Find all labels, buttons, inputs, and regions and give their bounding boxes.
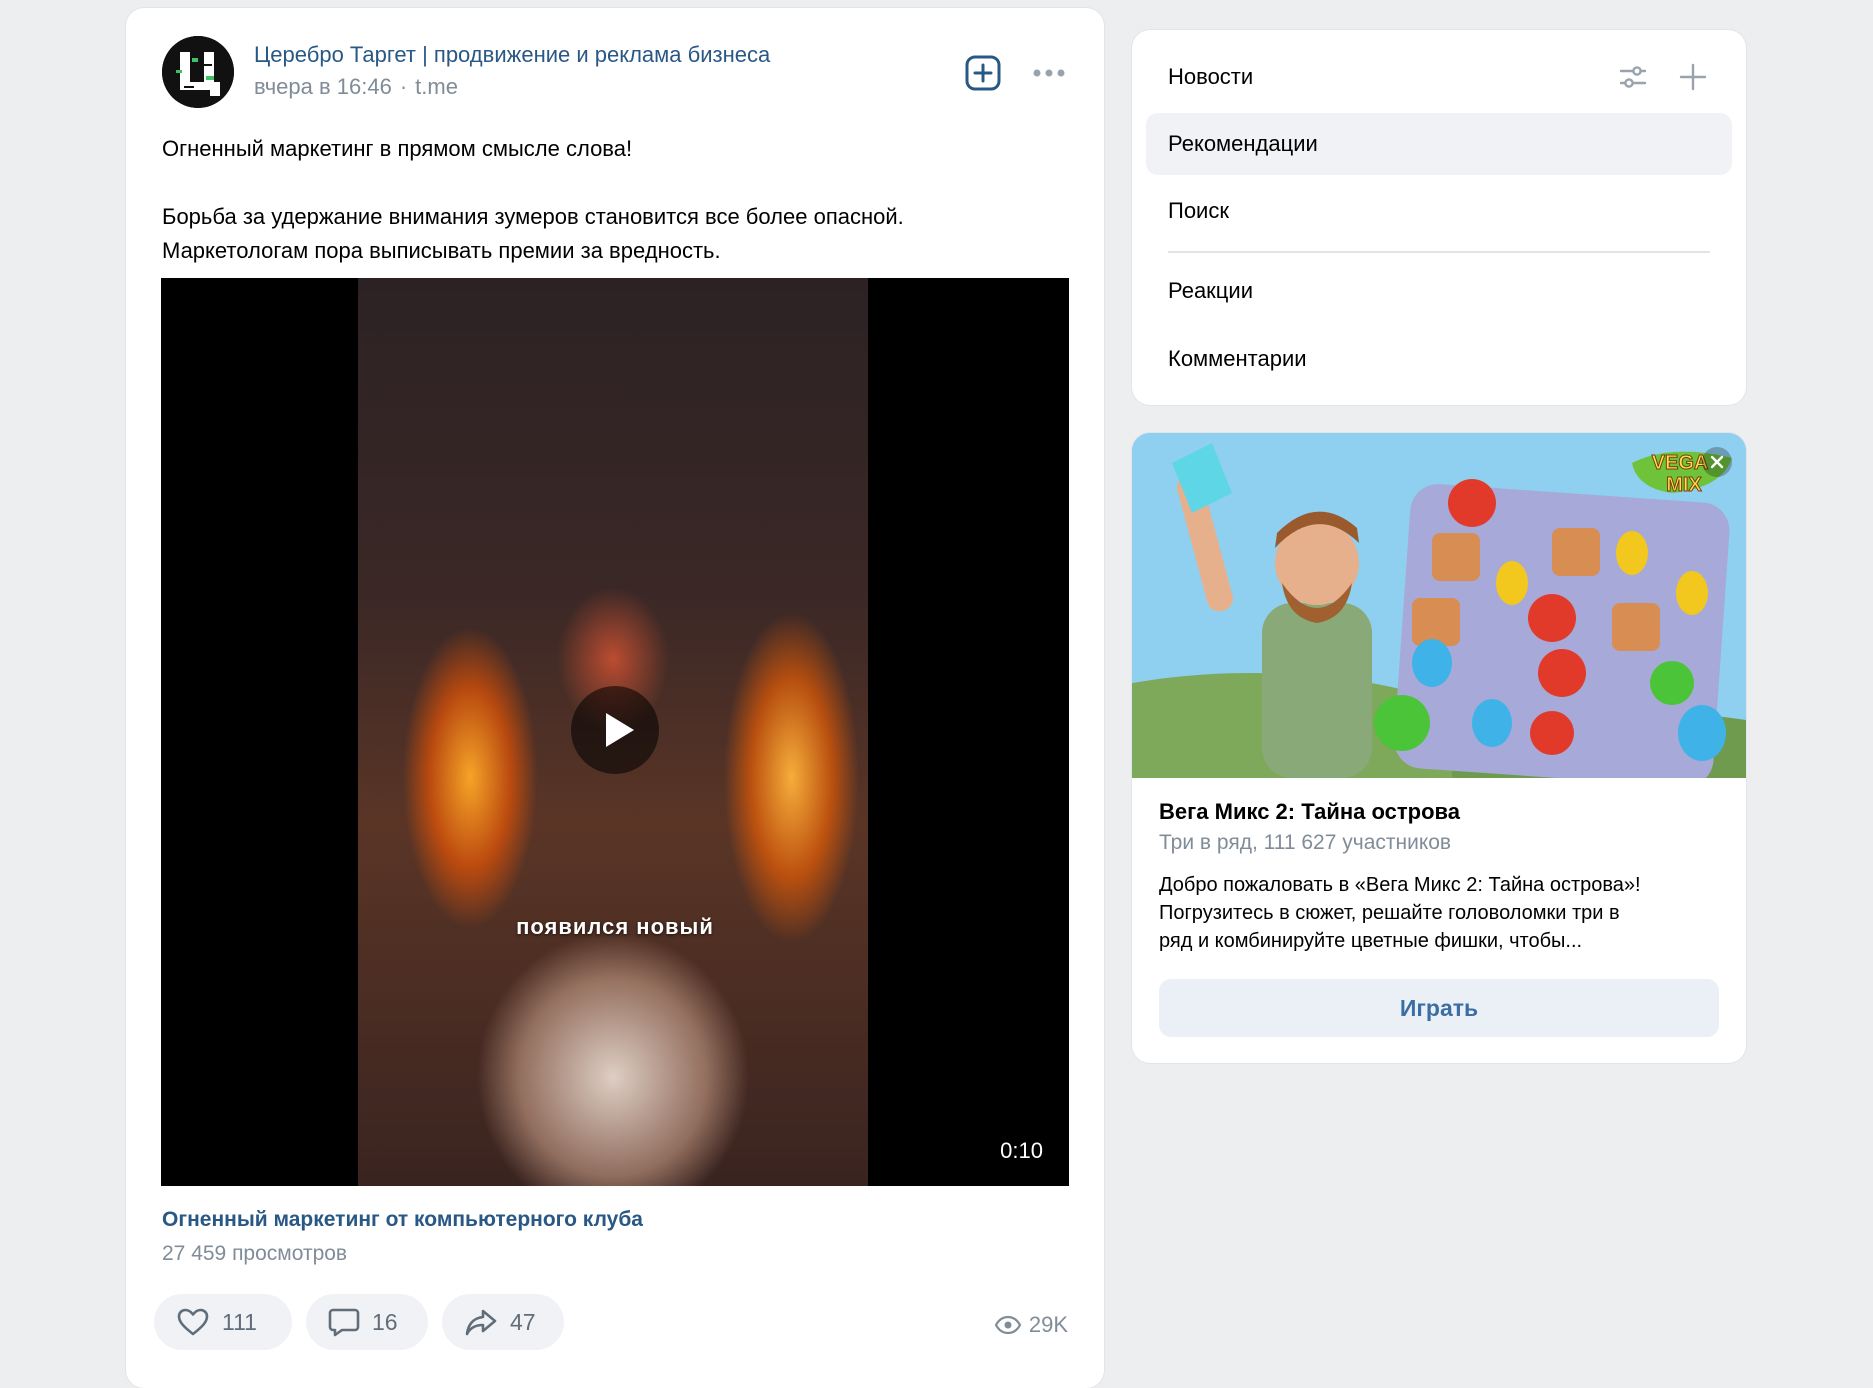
play-icon — [606, 713, 634, 747]
post-text-line: Маркетологам пора выписывать премии за в… — [162, 238, 721, 263]
add-feed-button[interactable] — [1676, 60, 1710, 94]
post-text: Огненный маркетинг в прямом смысле слова… — [162, 132, 1062, 268]
ad-description-line: Добро пожаловать в «Вега Микс 2: Тайна о… — [1159, 874, 1641, 896]
post-text-line: Борьба за удержание внимания зумеров ста… — [162, 204, 904, 229]
ad-subtitle: Три в ряд, 111 627 участников — [1159, 831, 1452, 854]
menu-item-label: Поиск — [1168, 198, 1229, 223]
menu-item-label: Новости — [1168, 64, 1254, 89]
ad-description-line: Погрузитесь в сюжет, решайте головоломки… — [1159, 902, 1620, 924]
views-count: 29K — [1028, 1312, 1068, 1337]
menu-item-label: Рекомендации — [1168, 131, 1318, 156]
share-button[interactable]: 47 — [442, 1294, 564, 1350]
cerebro-logo-icon — [162, 36, 234, 108]
meta-separator: · — [399, 74, 408, 99]
post-text-line: Огненный маркетинг в прямом смысле слова… — [162, 136, 633, 161]
plus-square-icon — [965, 55, 1001, 91]
heart-icon — [177, 1308, 209, 1336]
menu-item-search[interactable]: Поиск — [1146, 180, 1732, 242]
comment-icon — [328, 1308, 360, 1337]
ad-description: Добро пожаловать в «Вега Микс 2: Тайна о… — [1159, 871, 1719, 955]
video-subtitle: появился новый — [516, 914, 714, 939]
post-time[interactable]: вчера в 16:46 — [254, 74, 392, 99]
post-source-link[interactable]: t.me — [415, 74, 458, 99]
filter-settings-button[interactable] — [1616, 60, 1650, 94]
ad-description-line: ряд и комбинируйте цветные фишки, чтобы.… — [1159, 930, 1583, 952]
video-duration: 0:10 — [1000, 1138, 1043, 1163]
menu-item-reactions[interactable]: Реакции — [1146, 260, 1732, 322]
ad-banner-image[interactable]: VEGA MIX — [1132, 433, 1746, 778]
post-meta: вчера в 16:46 · t.me — [254, 74, 458, 100]
play-button[interactable] — [571, 686, 659, 774]
share-count: 47 — [510, 1308, 536, 1335]
post-author-link[interactable]: Церебро Таргет | продвижение и реклама б… — [254, 42, 770, 68]
comment-count: 16 — [372, 1308, 398, 1335]
post-card: Церебро Таргет | продвижение и реклама б… — [126, 8, 1104, 1388]
close-icon — [1710, 455, 1724, 469]
comment-button[interactable]: 16 — [306, 1294, 428, 1350]
eye-icon — [994, 1316, 1021, 1334]
ad-close-button[interactable] — [1702, 447, 1732, 477]
video-title-link[interactable]: Огненный маркетинг от компьютерного клуб… — [162, 1208, 643, 1232]
play-game-button[interactable]: Играть — [1159, 979, 1719, 1037]
ellipsis-icon — [1033, 69, 1065, 77]
menu-item-recommendations[interactable]: Рекомендации — [1146, 113, 1732, 175]
video-player[interactable]: появился новый 0:10 — [161, 278, 1069, 1186]
menu-item-comments[interactable]: Комментарии — [1146, 328, 1732, 390]
ad-card: VEGA MIX Вега Микс 2: Тайна острова Три … — [1132, 433, 1746, 1063]
menu-item-label: Комментарии — [1168, 346, 1307, 371]
game-artwork-icon: VEGA MIX — [1132, 433, 1746, 778]
like-button[interactable]: 111 — [154, 1294, 292, 1350]
ad-title[interactable]: Вега Микс 2: Тайна острова — [1159, 799, 1460, 825]
author-avatar[interactable] — [162, 36, 234, 108]
share-arrow-icon — [465, 1309, 497, 1336]
like-count: 111 — [222, 1308, 257, 1335]
svg-text:MIX: MIX — [1666, 474, 1702, 496]
menu-item-label: Реакции — [1168, 278, 1253, 303]
post-views: 29K — [994, 1312, 1068, 1338]
feed-menu: Новости Рекомендации Поиск Реакции Комме… — [1132, 30, 1746, 405]
video-views: 27 459 просмотров — [162, 1242, 348, 1265]
svg-text:VEGA: VEGA — [1652, 452, 1709, 474]
add-to-bookmarks-button[interactable] — [964, 54, 1002, 92]
menu-divider — [1168, 251, 1710, 253]
sliders-icon — [1619, 66, 1647, 88]
post-more-button[interactable] — [1030, 60, 1068, 86]
plus-icon — [1679, 63, 1707, 91]
